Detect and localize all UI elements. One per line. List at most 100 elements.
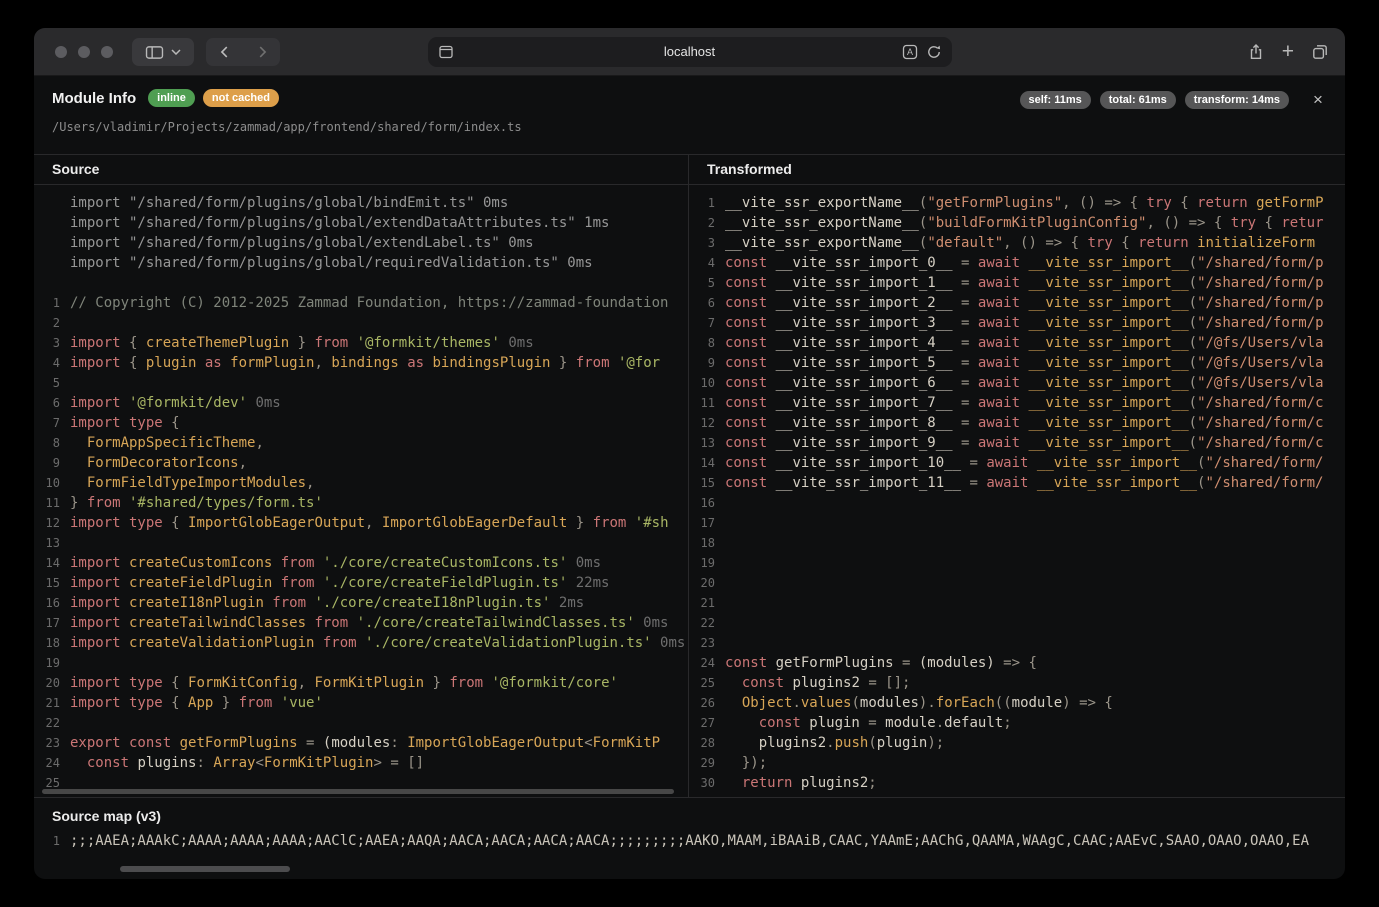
code-line: 21 (689, 593, 1345, 613)
line-number: 19 (689, 553, 715, 573)
code-line: 6import '@formkit/dev' 0ms (34, 393, 688, 413)
line-number: 16 (689, 493, 715, 513)
minimize-window-button[interactable] (78, 46, 90, 58)
line-number: 19 (34, 653, 60, 673)
line-number: 11 (689, 393, 715, 413)
share-icon (1247, 43, 1265, 61)
line-number: 4 (689, 253, 715, 273)
total-time-badge: total: 61ms (1100, 91, 1176, 109)
code-line: 12const __vite_ssr_import_8__ = await __… (689, 413, 1345, 433)
browser-window: localhost A + (34, 28, 1345, 879)
code-line: 10const __vite_ssr_import_6__ = await __… (689, 373, 1345, 393)
line-number: 9 (689, 353, 715, 373)
line-number: 20 (34, 673, 60, 693)
line-number: 18 (34, 633, 60, 653)
line-number: 21 (34, 693, 60, 713)
share-button[interactable] (1247, 43, 1265, 61)
code-line: 20import type { FormKitConfig, FormKitPl… (34, 673, 688, 693)
line-number: 1 (34, 293, 60, 313)
line-number: 12 (34, 513, 60, 533)
line-number: 6 (689, 293, 715, 313)
code-line: 26 Object.values(modules).forEach((modul… (689, 693, 1345, 713)
code-line: 22 (34, 713, 688, 733)
timing-badges: self: 11ms total: 61ms transform: 14ms (1020, 91, 1289, 109)
translate-icon[interactable]: A (902, 44, 918, 60)
line-number: 23 (34, 733, 60, 753)
code-line: 15import createFieldPlugin from './core/… (34, 573, 688, 593)
zoom-window-button[interactable] (101, 46, 113, 58)
line-number: 7 (689, 313, 715, 333)
code-line: 7const __vite_ssr_import_3__ = await __v… (689, 313, 1345, 333)
source-panel-title: Source (34, 155, 688, 185)
line-number: 22 (34, 713, 60, 733)
line-number: 5 (689, 273, 715, 293)
chevron-down-icon (171, 49, 181, 55)
code-line: 27 const plugin = module.default; (689, 713, 1345, 733)
self-time-badge: self: 11ms (1020, 91, 1091, 109)
line-number: 3 (689, 233, 715, 253)
code-line: 14const __vite_ssr_import_10__ = await _… (689, 453, 1345, 473)
transformed-panel-title: Transformed (689, 155, 1345, 185)
line-number: 1 (689, 193, 715, 213)
close-window-button[interactable] (55, 46, 67, 58)
line-number (34, 193, 60, 213)
code-line: 7import type { (34, 413, 688, 433)
line-number: 17 (34, 613, 60, 633)
source-horizontal-scrollbar[interactable] (42, 789, 674, 794)
url-text: localhost (428, 37, 952, 67)
code-line: import "/shared/form/plugins/global/exte… (34, 233, 688, 253)
code-line: 11const __vite_ssr_import_7__ = await __… (689, 393, 1345, 413)
line-number: 3 (34, 333, 60, 353)
back-button[interactable] (206, 38, 243, 66)
address-bar[interactable]: localhost A (428, 37, 952, 67)
tab-overview-icon (1311, 43, 1329, 61)
code-line: 19 (34, 653, 688, 673)
browser-toolbar: localhost A + (34, 28, 1345, 76)
reader-icon[interactable] (438, 44, 454, 60)
code-line: 1// Copyright (C) 2012-2025 Zammad Found… (34, 293, 688, 313)
code-line: 13 (34, 533, 688, 553)
code-line: 9const __vite_ssr_import_5__ = await __v… (689, 353, 1345, 373)
code-line: 19 (689, 553, 1345, 573)
code-line: 5 (34, 373, 688, 393)
line-number: 24 (689, 653, 715, 673)
source-map-title: Source map (v3) (34, 798, 1345, 831)
code-line: 20 (689, 573, 1345, 593)
line-number: 4 (34, 353, 60, 373)
line-number: 14 (34, 553, 60, 573)
line-number: 17 (689, 513, 715, 533)
page-horizontal-scrollbar[interactable] (120, 866, 290, 872)
source-map-view[interactable]: 1;;;AAEA;AAAkC;AAAA;AAAA;AAAA;AAClC;AAEA… (34, 831, 1345, 851)
code-line: import "/shared/form/plugins/global/bind… (34, 193, 688, 213)
transformed-code-view[interactable]: 1__vite_ssr_exportName__("getFormPlugins… (689, 185, 1345, 797)
line-number: 28 (689, 733, 715, 753)
tab-overview-button[interactable] (1311, 43, 1329, 61)
reload-icon[interactable] (926, 44, 942, 60)
code-line: 18 (689, 533, 1345, 553)
code-line: 23 (689, 633, 1345, 653)
code-line: 3import { createThemePlugin } from '@for… (34, 333, 688, 353)
sidebar-toggle-button[interactable] (132, 38, 194, 66)
code-line: 16 (689, 493, 1345, 513)
code-line: import "/shared/form/plugins/global/requ… (34, 253, 688, 273)
line-number: 5 (34, 373, 60, 393)
line-number: 16 (34, 593, 60, 613)
code-line: 6const __vite_ssr_import_2__ = await __v… (689, 293, 1345, 313)
line-number: 15 (689, 473, 715, 493)
line-number: 10 (34, 473, 60, 493)
line-number: 29 (689, 753, 715, 773)
source-code-view[interactable]: import "/shared/form/plugins/global/bind… (34, 185, 688, 797)
forward-button[interactable] (243, 38, 280, 66)
code-line: 24 const plugins: Array<FormKitPlugin> =… (34, 753, 688, 773)
new-tab-button[interactable]: + (1282, 43, 1294, 61)
code-line: 13const __vite_ssr_import_9__ = await __… (689, 433, 1345, 453)
code-line: 23export const getFormPlugins = (modules… (34, 733, 688, 753)
code-line: 2__vite_ssr_exportName__("buildFormKitPl… (689, 213, 1345, 233)
code-line: 8const __vite_ssr_import_4__ = await __v… (689, 333, 1345, 353)
code-line: 2 (34, 313, 688, 333)
module-info-header: Module Info inline not cached /Users/vla… (34, 76, 1345, 155)
code-line: 8 FormAppSpecificTheme, (34, 433, 688, 453)
source-map-section: Source map (v3) 1;;;AAEA;AAAkC;AAAA;AAAA… (34, 798, 1345, 877)
line-number: 8 (34, 433, 60, 453)
close-button[interactable]: × (1303, 85, 1333, 115)
